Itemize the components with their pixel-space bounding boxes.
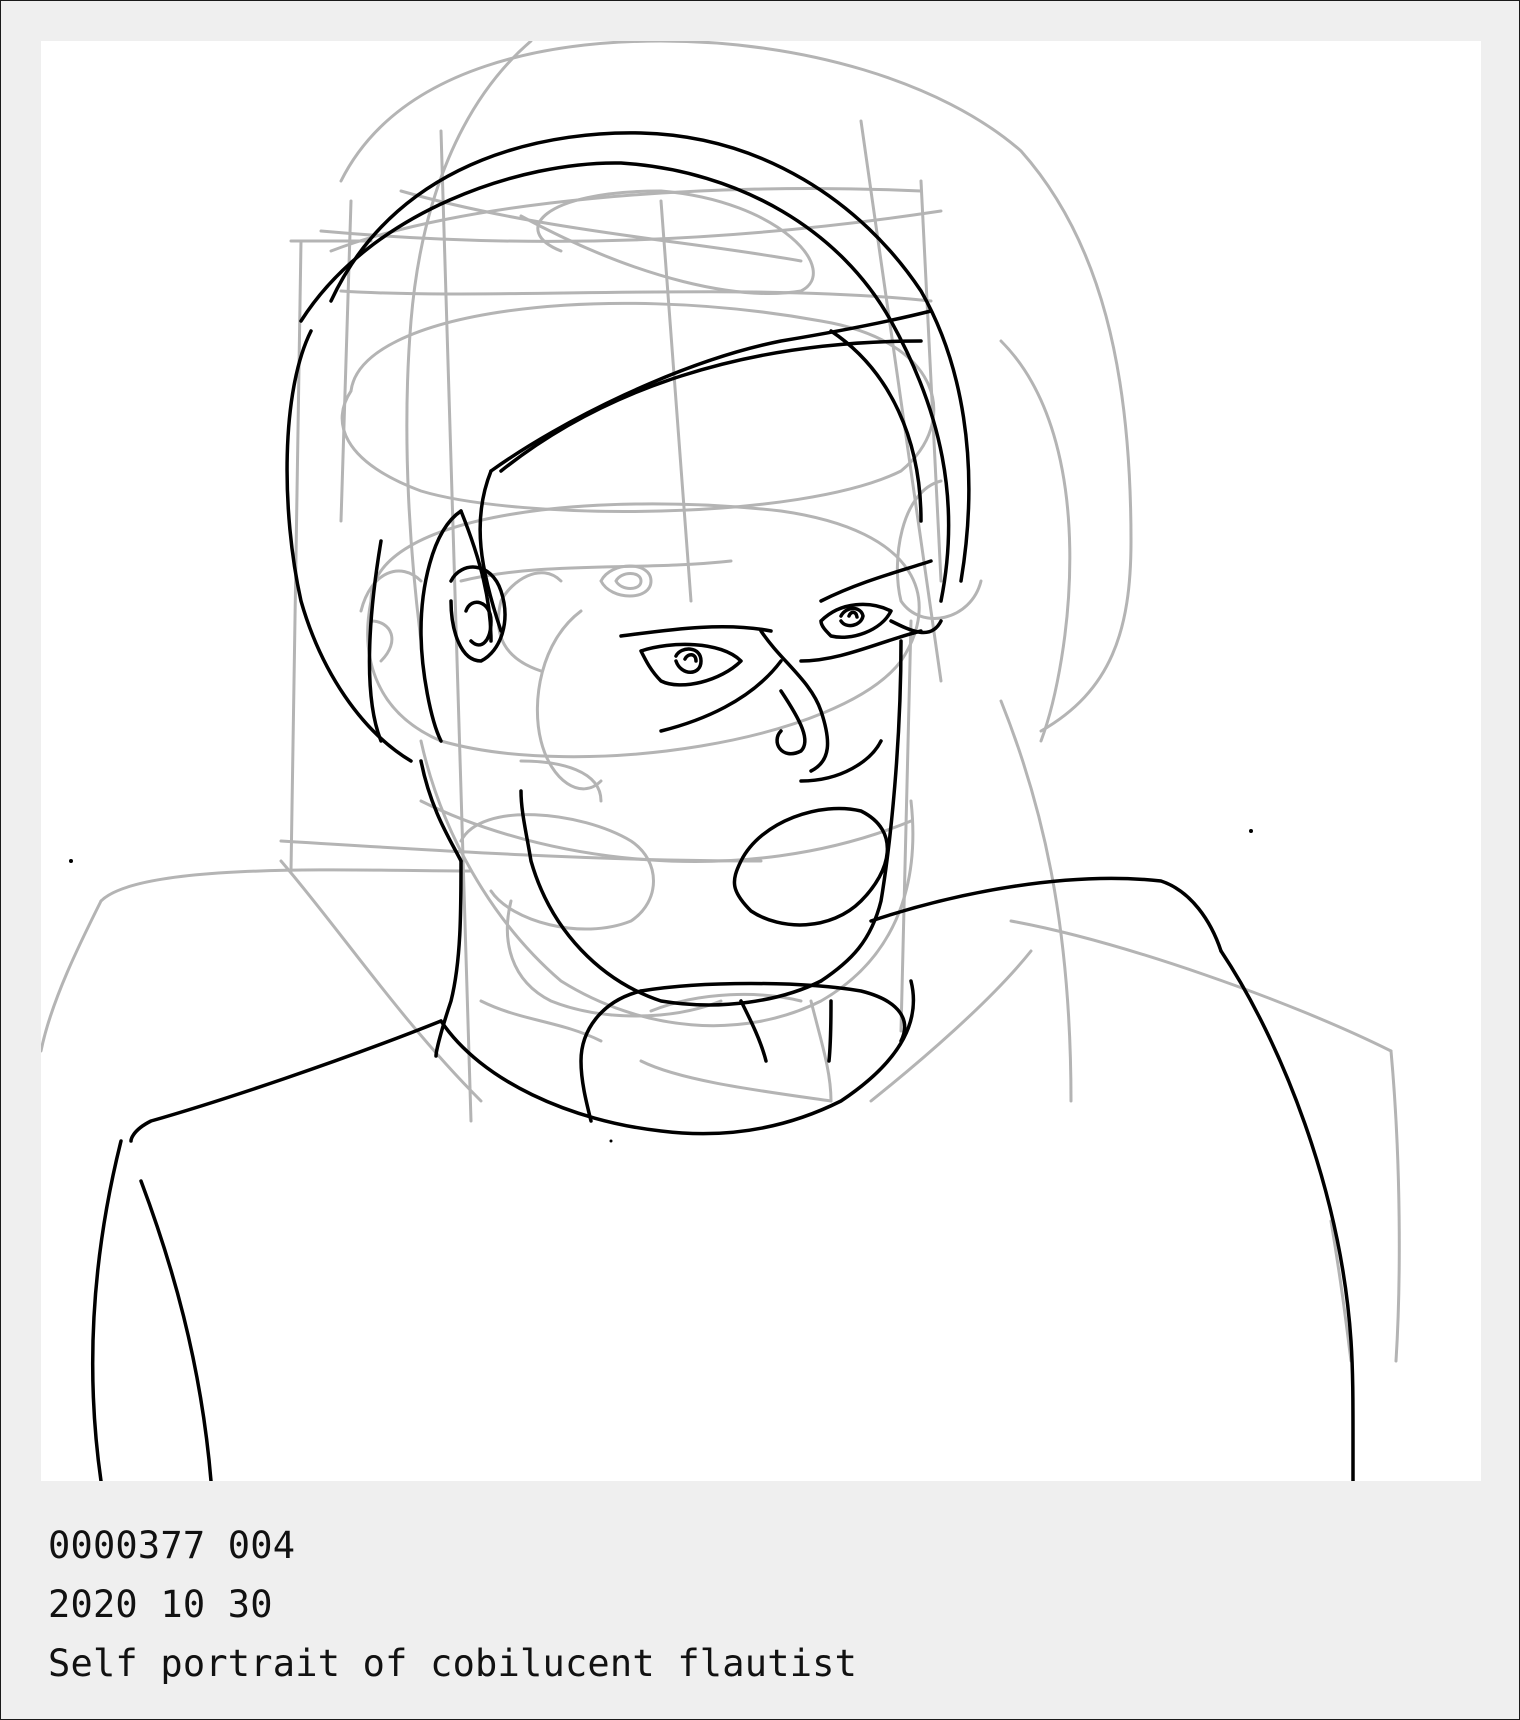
- ink-lines: [91, 131, 1355, 1481]
- construction-lines: [41, 41, 1401, 1363]
- artwork-title: Self portrait of cobilucent flautist: [48, 1642, 858, 1685]
- catalog-number: 0000377 004: [48, 1524, 296, 1567]
- stray-dots: [69, 829, 1253, 1143]
- portrait-sketch: [41, 41, 1401, 1481]
- page-frame: 0000377 004 2020 10 30 Self portrait of …: [0, 0, 1520, 1720]
- artwork-canvas: [41, 41, 1481, 1481]
- date-label: 2020 10 30: [48, 1583, 273, 1626]
- caption-block: 0000377 004 2020 10 30 Self portrait of …: [48, 1516, 1448, 1693]
